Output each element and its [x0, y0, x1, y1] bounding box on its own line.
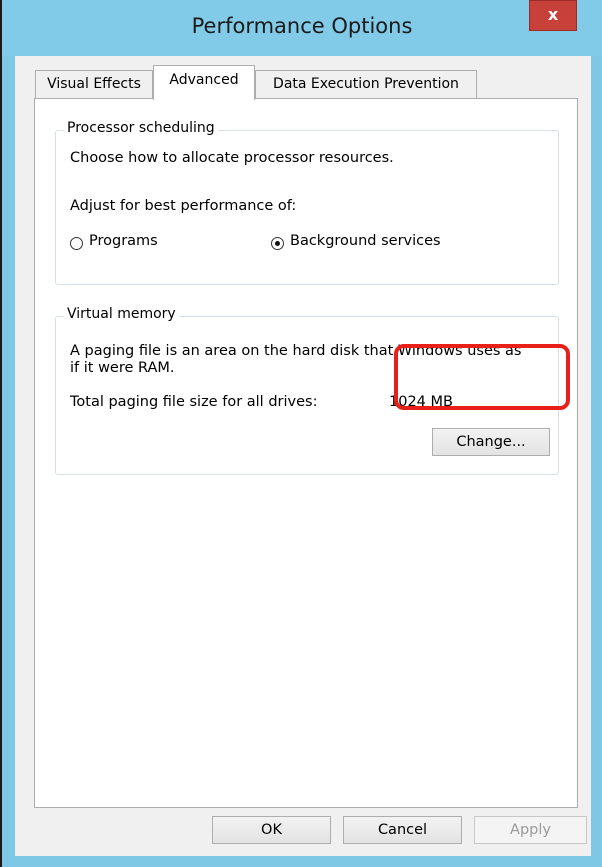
change-button[interactable]: Change...: [432, 428, 550, 456]
close-icon: x: [547, 5, 559, 24]
cancel-button[interactable]: Cancel: [343, 816, 462, 844]
processor-scheduling-description: Choose how to allocate processor resourc…: [70, 150, 394, 166]
adjust-performance-label: Adjust for best performance of:: [70, 198, 297, 214]
programs-radio[interactable]: [70, 237, 83, 250]
apply-button[interactable]: Apply: [474, 816, 587, 844]
virtual-memory-description-line2: if it were RAM.: [70, 360, 175, 376]
total-paging-size-label: Total paging file size for all drives:: [70, 394, 318, 410]
background-services-radio[interactable]: [271, 237, 284, 250]
selected-dot-icon: [275, 241, 280, 246]
background-services-radio-label[interactable]: Background services: [290, 233, 441, 249]
title-bar[interactable]: Performance Options x: [2, 0, 602, 56]
ok-button[interactable]: OK: [212, 816, 331, 844]
tab-advanced[interactable]: Advanced: [153, 65, 255, 100]
change-button-highlight: [394, 344, 570, 410]
processor-scheduling-group: Processor scheduling Choose how to alloc…: [55, 120, 559, 285]
dialog-client-area: Visual Effects Advanced Data Execution P…: [15, 56, 591, 856]
processor-scheduling-label: Processor scheduling: [64, 120, 218, 136]
advanced-tab-panel: Processor scheduling Choose how to alloc…: [34, 98, 578, 808]
tab-data-execution-prevention[interactable]: Data Execution Prevention: [255, 70, 477, 99]
virtual-memory-label: Virtual memory: [64, 306, 179, 322]
close-button[interactable]: x: [529, 0, 577, 31]
tab-visual-effects[interactable]: Visual Effects: [35, 70, 153, 99]
window-title: Performance Options: [191, 14, 413, 38]
performance-options-window: Performance Options x Visual Effects Adv…: [0, 0, 602, 867]
programs-radio-label[interactable]: Programs: [89, 233, 158, 249]
